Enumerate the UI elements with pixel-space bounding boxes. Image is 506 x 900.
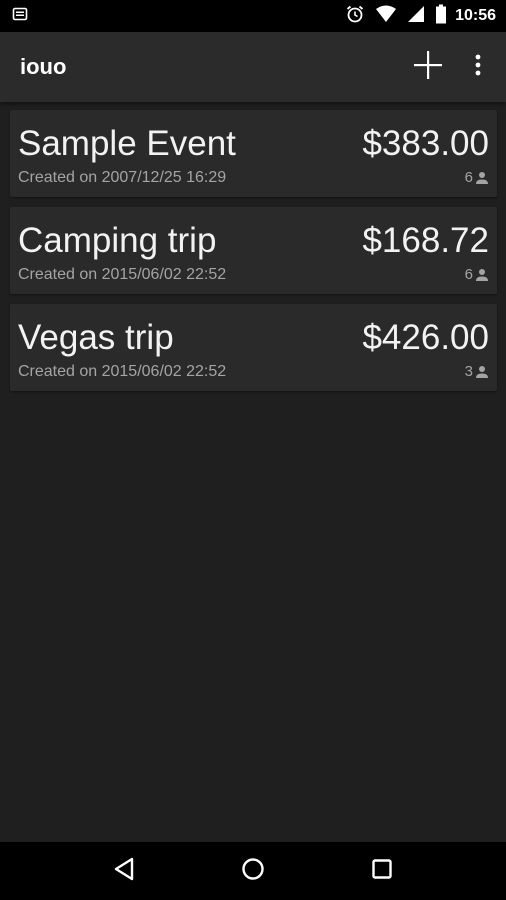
people-count-value: 6 xyxy=(464,266,473,283)
person-icon xyxy=(475,171,489,185)
people-count-value: 6 xyxy=(464,169,473,186)
event-list: Sample Event Created on 2007/12/25 16:29… xyxy=(10,110,497,401)
app-title: iouo xyxy=(20,54,67,79)
wifi-icon xyxy=(375,5,397,28)
person-icon xyxy=(475,268,489,282)
event-card[interactable]: Sample Event Created on 2007/12/25 16:29… xyxy=(10,110,497,197)
event-total: $426.00 xyxy=(362,318,489,357)
event-name: Camping trip xyxy=(18,221,217,260)
back-button[interactable] xyxy=(99,846,149,896)
event-created-date: Created on 2007/12/25 16:29 xyxy=(18,169,227,186)
people-count-value: 3 xyxy=(464,363,473,380)
status-time: 10:56 xyxy=(455,7,496,24)
back-icon xyxy=(113,857,135,886)
cell-signal-icon xyxy=(407,5,425,28)
recents-button[interactable] xyxy=(357,846,407,896)
event-people-count: 3 xyxy=(465,363,489,381)
add-event-button[interactable] xyxy=(408,47,448,87)
event-total: $168.72 xyxy=(362,221,489,260)
home-icon xyxy=(241,857,265,886)
status-bar: 10:56 xyxy=(0,0,506,32)
event-card[interactable]: Camping trip Created on 2015/06/02 22:52… xyxy=(10,207,497,294)
recents-icon xyxy=(371,858,393,885)
alarm-icon xyxy=(345,4,365,29)
add-icon xyxy=(412,49,444,86)
more-vert-icon xyxy=(475,54,481,81)
person-icon xyxy=(475,365,489,379)
event-created-date: Created on 2015/06/02 22:52 xyxy=(18,363,227,380)
app-bar: iouo xyxy=(0,32,506,102)
event-card[interactable]: Vegas trip Created on 2015/06/02 22:52 $… xyxy=(10,304,497,391)
event-people-count: 6 xyxy=(465,169,489,187)
battery-icon xyxy=(435,4,447,29)
notification-icon xyxy=(12,6,28,27)
overflow-menu-button[interactable] xyxy=(468,47,488,87)
event-total: $383.00 xyxy=(362,124,489,163)
event-created-date: Created on 2015/06/02 22:52 xyxy=(18,266,227,283)
event-name: Vegas trip xyxy=(18,318,174,357)
event-people-count: 6 xyxy=(465,266,489,284)
navigation-bar xyxy=(0,842,506,900)
screen: 10:56 iouo Sample Event Created on 2007/… xyxy=(0,0,506,900)
home-button[interactable] xyxy=(228,846,278,896)
event-name: Sample Event xyxy=(18,124,236,163)
